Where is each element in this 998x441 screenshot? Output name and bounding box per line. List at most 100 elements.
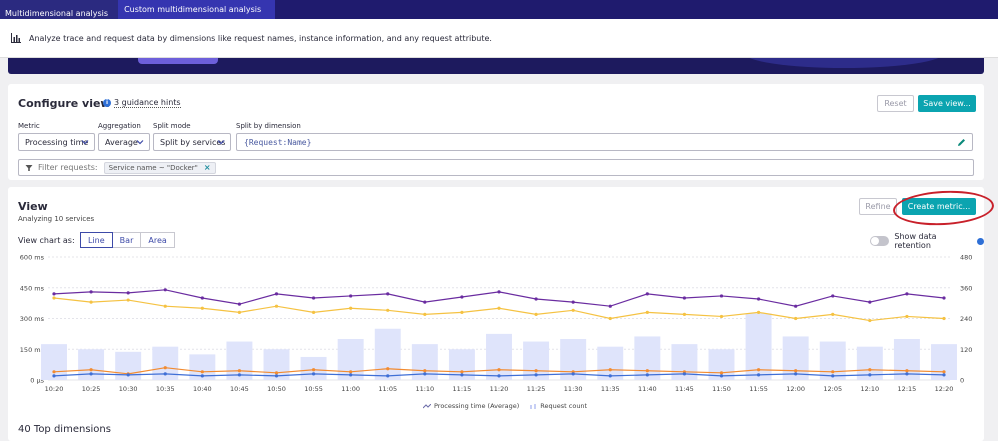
processing-time-point[interactable] bbox=[497, 290, 501, 294]
processing-time-point[interactable] bbox=[905, 372, 909, 376]
processing-time-point[interactable] bbox=[794, 372, 798, 376]
processing-time-point[interactable] bbox=[645, 310, 649, 314]
processing-time-point[interactable] bbox=[571, 372, 575, 376]
processing-time-point[interactable] bbox=[274, 374, 279, 378]
processing-time-point[interactable] bbox=[905, 292, 909, 296]
processing-time-point[interactable] bbox=[89, 290, 93, 294]
processing-time-point[interactable] bbox=[719, 294, 724, 298]
chart-type-line[interactable]: Line bbox=[80, 232, 113, 248]
processing-time-point[interactable] bbox=[571, 300, 575, 304]
processing-time-point[interactable] bbox=[868, 368, 872, 372]
processing-time-point[interactable] bbox=[460, 310, 464, 314]
processing-time-point[interactable] bbox=[756, 310, 761, 314]
processing-time-point[interactable] bbox=[794, 369, 798, 373]
request-count-bar[interactable] bbox=[819, 341, 846, 380]
processing-time-point[interactable] bbox=[311, 310, 316, 314]
processing-time-point[interactable] bbox=[89, 372, 93, 376]
processing-time-point[interactable] bbox=[89, 368, 93, 372]
processing-time-point[interactable] bbox=[200, 370, 204, 374]
processing-time-point[interactable] bbox=[682, 312, 687, 316]
processing-time-point[interactable] bbox=[534, 312, 538, 316]
processing-time-point[interactable] bbox=[608, 316, 612, 321]
processing-time-point[interactable] bbox=[52, 292, 56, 296]
processing-time-point[interactable] bbox=[756, 368, 761, 372]
processing-time-point[interactable] bbox=[460, 295, 464, 299]
processing-time-point[interactable] bbox=[89, 300, 93, 304]
processing-time-point[interactable] bbox=[163, 304, 167, 308]
processing-time-point[interactable] bbox=[497, 374, 501, 378]
processing-time-point[interactable] bbox=[756, 373, 761, 377]
processing-time-point[interactable] bbox=[126, 291, 130, 295]
processing-time-point[interactable] bbox=[608, 368, 612, 372]
processing-time-point[interactable] bbox=[608, 374, 612, 378]
processing-time-point[interactable] bbox=[423, 369, 427, 373]
processing-time-point[interactable] bbox=[126, 298, 130, 302]
processing-time-point[interactable] bbox=[163, 288, 167, 292]
processing-time-point[interactable] bbox=[386, 292, 390, 296]
processing-time-point[interactable] bbox=[905, 369, 909, 373]
processing-time-point[interactable] bbox=[645, 292, 649, 296]
processing-time-point[interactable] bbox=[52, 374, 56, 378]
processing-time-point[interactable] bbox=[311, 368, 316, 372]
processing-time-point[interactable] bbox=[237, 310, 242, 314]
processing-time-point[interactable] bbox=[274, 304, 279, 308]
processing-time-point[interactable] bbox=[534, 373, 538, 377]
processing-time-point[interactable] bbox=[868, 300, 872, 304]
legend-item-request-count[interactable]: Request count bbox=[529, 402, 587, 410]
request-count-bar[interactable] bbox=[374, 328, 401, 380]
processing-time-point[interactable] bbox=[349, 306, 353, 310]
processing-time-point[interactable] bbox=[460, 370, 464, 374]
processing-time-point[interactable] bbox=[237, 369, 242, 373]
processing-time-point[interactable] bbox=[756, 297, 761, 301]
processing-time-point[interactable] bbox=[349, 373, 353, 377]
processing-time-point[interactable] bbox=[200, 306, 204, 310]
processing-time-point[interactable] bbox=[423, 300, 427, 304]
legend-item-processing-time[interactable]: Processing time (Average) bbox=[423, 402, 519, 410]
processing-time-point[interactable] bbox=[237, 302, 242, 306]
processing-time-point[interactable] bbox=[274, 371, 279, 375]
processing-time-point[interactable] bbox=[386, 308, 390, 312]
processing-time-point[interactable] bbox=[386, 367, 390, 371]
processing-time-point[interactable] bbox=[126, 373, 130, 377]
processing-time-point[interactable] bbox=[719, 374, 724, 378]
processing-time-point[interactable] bbox=[534, 297, 538, 301]
processing-time-point[interactable] bbox=[311, 296, 316, 300]
processing-time-point[interactable] bbox=[942, 370, 946, 374]
processing-time-point[interactable] bbox=[831, 370, 835, 374]
processing-time-point[interactable] bbox=[274, 292, 279, 296]
processing-time-chart[interactable]: 0 µs 0150 ms 120300 ms 240450 ms 360600 ms 48… bbox=[0, 0, 998, 441]
processing-time-point[interactable] bbox=[645, 369, 649, 373]
processing-time-point[interactable] bbox=[868, 373, 872, 377]
processing-time-point[interactable] bbox=[311, 372, 316, 376]
processing-time-point[interactable] bbox=[52, 296, 56, 300]
processing-time-point[interactable] bbox=[942, 373, 946, 377]
processing-time-point[interactable] bbox=[423, 372, 427, 376]
processing-time-point[interactable] bbox=[608, 304, 612, 308]
processing-time-point[interactable] bbox=[942, 316, 946, 321]
processing-time-point[interactable] bbox=[794, 304, 798, 308]
processing-time-point[interactable] bbox=[831, 294, 835, 298]
processing-time-point[interactable] bbox=[200, 296, 204, 300]
processing-time-point[interactable] bbox=[831, 312, 835, 316]
processing-time-point[interactable] bbox=[386, 374, 390, 378]
processing-time-point[interactable] bbox=[794, 316, 798, 321]
processing-time-point[interactable] bbox=[163, 372, 167, 376]
processing-time-point[interactable] bbox=[571, 308, 575, 312]
processing-time-point[interactable] bbox=[534, 369, 538, 373]
processing-time-point[interactable] bbox=[497, 306, 501, 310]
processing-time-point[interactable] bbox=[682, 372, 687, 376]
processing-time-point[interactable] bbox=[719, 314, 724, 319]
processing-time-point[interactable] bbox=[163, 366, 167, 370]
request-count-bar[interactable] bbox=[486, 333, 512, 380]
processing-time-point[interactable] bbox=[497, 368, 501, 372]
processing-time-point[interactable] bbox=[237, 373, 242, 377]
processing-time-point[interactable] bbox=[868, 318, 872, 323]
processing-time-point[interactable] bbox=[719, 371, 724, 375]
processing-time-point[interactable] bbox=[460, 373, 464, 377]
processing-time-point[interactable] bbox=[200, 374, 204, 378]
processing-time-point[interactable] bbox=[682, 296, 687, 300]
processing-time-point[interactable] bbox=[831, 374, 835, 378]
processing-time-point[interactable] bbox=[349, 370, 353, 374]
processing-time-point[interactable] bbox=[942, 296, 946, 300]
processing-time-point[interactable] bbox=[52, 370, 56, 374]
